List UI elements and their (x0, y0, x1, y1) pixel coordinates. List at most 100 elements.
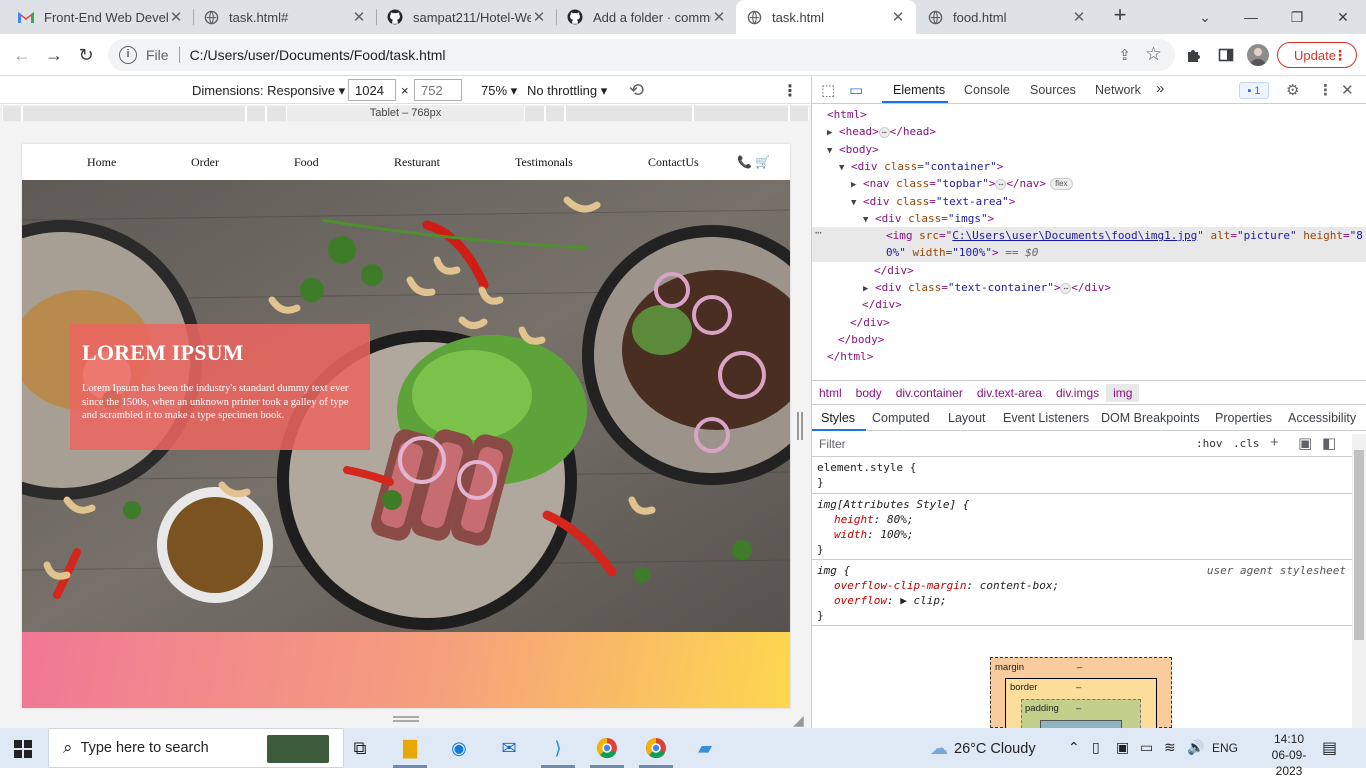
crumb-div-text-area[interactable]: div.text-area (977, 386, 1042, 400)
dom-node-html-close[interactable]: </html> (812, 348, 1366, 365)
volume-icon[interactable]: 🔊 (1187, 739, 1204, 756)
task-view-icon[interactable]: ⧉ (345, 734, 375, 762)
show-hidden-icons-chevron[interactable]: ⌃ (1068, 739, 1080, 756)
mq-segment[interactable] (565, 106, 693, 121)
mq-segment[interactable] (266, 106, 287, 121)
media-query-label[interactable]: Tablet – 768px (287, 106, 524, 121)
subtab-computed[interactable]: Computed (872, 411, 930, 425)
close-tab-icon[interactable]: ✕ (711, 8, 727, 26)
inspect-element-icon[interactable]: ⬚ (821, 81, 835, 99)
close-tab-icon[interactable]: ✕ (168, 8, 184, 26)
mq-segment[interactable] (22, 106, 246, 121)
nav-food[interactable]: Food (294, 155, 319, 170)
dom-node-body-close[interactable]: </body> (812, 331, 1366, 348)
update-button[interactable]: Update ⋮ (1277, 42, 1357, 68)
subtab-event-listeners[interactable]: Event Listeners (1003, 411, 1089, 425)
tab-task-html-hash[interactable]: task.html# ✕ (193, 0, 377, 34)
crumb-html[interactable]: html (819, 386, 842, 400)
battery-icon[interactable]: ▭ (1140, 739, 1153, 756)
wifi-icon[interactable]: ≋ (1164, 739, 1176, 756)
address-bar[interactable]: i File C:/Users/user/Documents/Food/task… (108, 39, 1175, 71)
viewport-corner-resize-icon[interactable]: ◢ (793, 712, 804, 729)
rule-attributes-style[interactable]: img[Attributes Style] { height: 80%; wid… (812, 494, 1352, 560)
device-toggle-icon[interactable]: ▭ (849, 81, 863, 99)
img-src-link[interactable]: C:\Users\user\Documents\food\img1.jpg (952, 229, 1197, 242)
close-tab-icon[interactable]: ✕ (531, 8, 547, 26)
viewport-width-input[interactable] (348, 79, 396, 101)
rule-element-style[interactable]: element.style { } (812, 457, 1352, 494)
file-explorer-icon[interactable]: ▇ (395, 734, 425, 762)
issues-badge[interactable]: ▪ 1 (1239, 82, 1269, 99)
profile-avatar[interactable] (1247, 44, 1269, 66)
bookmark-star-icon[interactable]: ☆ (1145, 43, 1162, 66)
share-icon[interactable]: ⇪ (1118, 46, 1131, 64)
windows-start-icon[interactable] (14, 740, 32, 761)
hov-toggle[interactable]: :hov (1196, 437, 1223, 450)
edge-icon[interactable]: ◉ (444, 734, 474, 762)
mq-segment[interactable] (246, 106, 266, 121)
mq-segment[interactable] (789, 106, 809, 121)
settings-gear-icon[interactable]: ⚙ (1286, 81, 1299, 99)
restore-icon[interactable]: ❐ (1274, 0, 1320, 34)
viewport-height-input[interactable] (414, 79, 462, 101)
tab-search-icon[interactable]: ⌄ (1182, 0, 1228, 34)
dom-node-html[interactable]: <html> (812, 106, 1366, 123)
dimensions-dropdown[interactable]: Dimensions: Responsive ▾ (192, 83, 345, 99)
new-style-rule-icon[interactable]: + (1270, 434, 1279, 451)
notepad-icon[interactable]: ▰ (690, 734, 720, 762)
nav-resturant[interactable]: Resturant (394, 155, 440, 170)
dom-node-head[interactable]: ▶ <head> ⋯ </head> (812, 123, 1366, 142)
close-tab-icon[interactable]: ✕ (890, 8, 906, 26)
extensions-puzzle-icon[interactable] (1183, 44, 1205, 66)
mq-segment[interactable] (545, 106, 565, 121)
close-tab-icon[interactable]: ✕ (351, 8, 367, 26)
crumb-div-imgs[interactable]: div.imgs (1056, 386, 1099, 400)
styles-scrollbar[interactable] (1352, 434, 1366, 728)
dom-node-container-close[interactable]: </div> (812, 314, 1366, 331)
notification-icon[interactable]: ▤ (1322, 738, 1337, 758)
tab-github-hotel[interactable]: sampat211/Hotel-Website ✕ (377, 0, 557, 34)
zoom-dropdown[interactable]: 75% ▾ (481, 83, 517, 99)
vscode-icon[interactable]: ⟩ (543, 734, 573, 762)
language-indicator[interactable]: ENG (1212, 741, 1238, 755)
viewport-bottom-resize-handle[interactable] (393, 716, 419, 722)
flex-badge[interactable]: flex (1050, 178, 1073, 190)
mail-icon[interactable]: ✉ (494, 734, 524, 762)
tray-device-icon[interactable]: ▯ (1092, 739, 1100, 756)
close-devtools-icon[interactable]: ✕ (1341, 81, 1354, 99)
mq-segment[interactable] (524, 106, 545, 121)
devtools-menu-icon[interactable]: ⋮ (1318, 81, 1333, 99)
back-arrow-icon[interactable]: ← (9, 42, 35, 68)
device-more-icon[interactable]: ⋮ (782, 81, 798, 101)
subtab-layout[interactable]: Layout (948, 411, 986, 425)
tab-sources[interactable]: Sources (1030, 83, 1076, 97)
subtab-properties[interactable]: Properties (1215, 411, 1272, 425)
box-model-diagram[interactable]: margin – border – padding – (990, 657, 1172, 740)
viewport-right-resize-handle[interactable] (797, 412, 803, 440)
crumb-div-container[interactable]: div.container (896, 386, 963, 400)
nav-home[interactable]: Home (87, 155, 116, 170)
url-text[interactable]: C:/Users/user/Documents/Food/task.html (190, 47, 446, 63)
dom-node-text-area-close[interactable]: </div> (812, 296, 1366, 313)
crumb-body[interactable]: body (856, 386, 882, 400)
tray-app-icon[interactable]: ▣ (1116, 739, 1129, 756)
nav-testimonals[interactable]: Testimonals (515, 155, 573, 170)
clock[interactable]: 14:10 06-09-2023 (1260, 731, 1318, 779)
dom-node-img-selected[interactable]: ⋯ <img src="C:\Users\user\Documents\food… (812, 226, 1366, 262)
mq-segment[interactable] (693, 106, 789, 121)
rule-img-user-agent[interactable]: img { user agent stylesheet overflow-cli… (812, 560, 1352, 626)
side-panel-icon[interactable] (1215, 44, 1237, 66)
styles-filter-input[interactable]: Filter (819, 437, 846, 451)
subtab-styles[interactable]: Styles (821, 411, 855, 425)
tab-network[interactable]: Network (1095, 83, 1141, 97)
close-window-icon[interactable]: ✕ (1320, 0, 1366, 34)
close-tab-icon[interactable]: ✕ (1071, 8, 1087, 26)
subtab-accessibility[interactable]: Accessibility (1288, 411, 1356, 425)
subtab-dom-breakpoints[interactable]: DOM Breakpoints (1101, 411, 1200, 425)
dom-node-nav[interactable]: ▶ <nav class="topbar"> ⋯ </nav> flex (812, 175, 1366, 194)
mq-segment[interactable] (2, 106, 22, 121)
info-icon[interactable]: i (119, 46, 137, 64)
throttling-dropdown[interactable]: No throttling ▾ (527, 83, 607, 99)
reload-icon[interactable]: ↻ (73, 42, 99, 68)
new-tab-button[interactable]: + (1108, 4, 1132, 28)
